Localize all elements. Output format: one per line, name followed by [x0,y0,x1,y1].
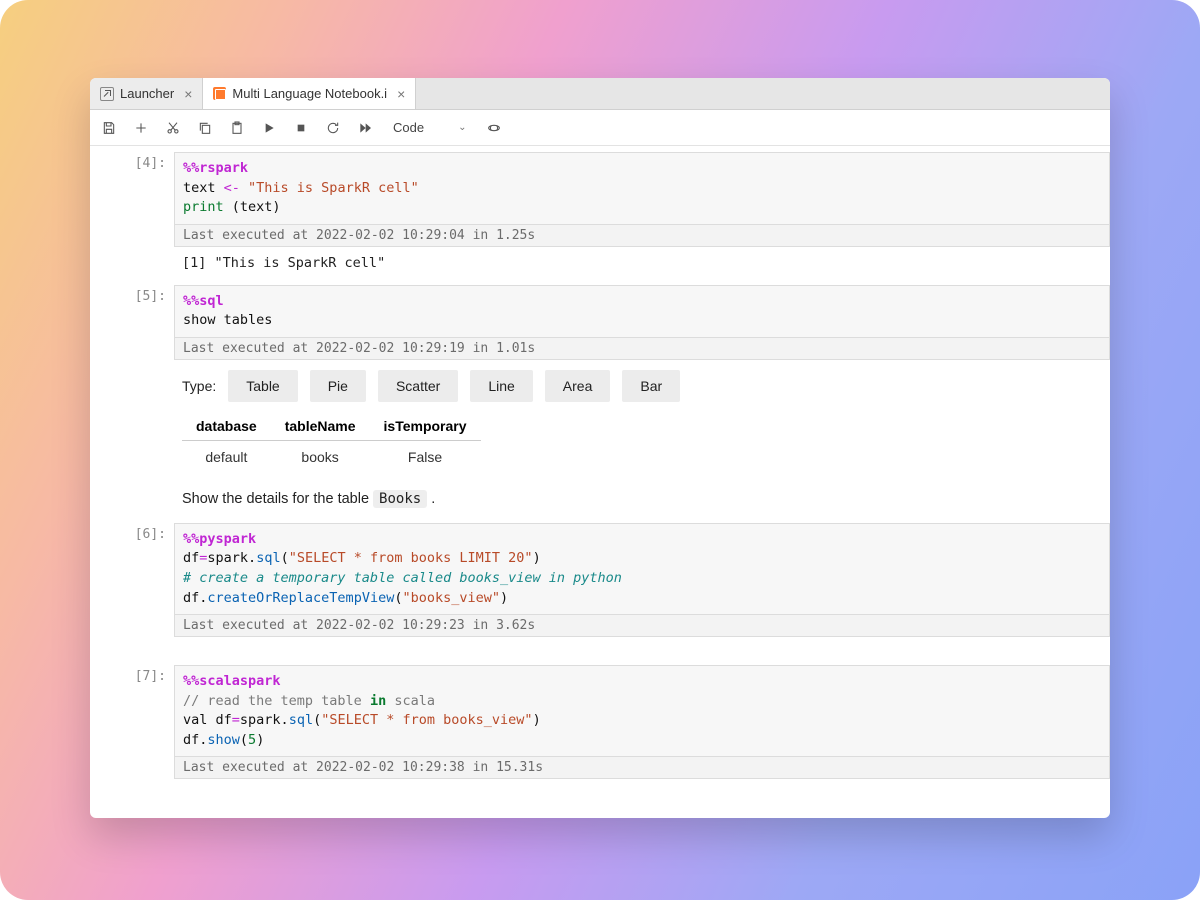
save-button[interactable] [100,119,118,137]
exec-status: Last executed at 2022-02-02 10:29:04 in … [174,225,1110,247]
tab-bar: Launcher × Multi Language Notebook.i × [90,78,1110,110]
viz-type-row: Type: Table Pie Scatter Line Area Bar [174,360,1110,412]
code-cell[interactable]: [5]: %%sql show tables Last executed at … [90,285,1110,521]
paste-button[interactable] [228,119,246,137]
viz-option-bar[interactable]: Bar [622,370,680,402]
table-header: isTemporary [370,412,481,441]
cell-prompt: [6]: [90,523,174,663]
notebook-body[interactable]: [4]: %%rspark text <- "This is SparkR ce… [90,146,1110,818]
viz-label: Type: [182,378,216,394]
output-table: database tableName isTemporary default b… [174,412,1110,483]
viz-option-area[interactable]: Area [545,370,611,402]
table-header: database [182,412,271,441]
cell-output: [1] "This is SparkR cell" [174,247,1110,283]
stop-button[interactable] [292,119,310,137]
cell-input[interactable]: %%pyspark df=spark.sql("SELECT * from bo… [174,523,1110,615]
render-button[interactable] [485,119,503,137]
run-button[interactable] [260,119,278,137]
cell-prompt: [5]: [90,285,174,521]
exec-status: Last executed at 2022-02-02 10:29:19 in … [174,338,1110,360]
notebook-icon [213,87,226,100]
chevron-down-icon: ⌄ [458,122,466,133]
viz-option-pie[interactable]: Pie [310,370,366,402]
launcher-icon [100,87,114,101]
markdown-output: Show the details for the table Books . [174,483,1110,521]
viz-option-table[interactable]: Table [228,370,297,402]
cell-input[interactable]: %%sql show tables [174,285,1110,338]
exec-status: Last executed at 2022-02-02 10:29:23 in … [174,615,1110,637]
viz-option-line[interactable]: Line [470,370,532,402]
cell-input[interactable]: %%rspark text <- "This is SparkR cell" p… [174,152,1110,225]
tab-label: Launcher [120,86,174,101]
tab-launcher[interactable]: Launcher × [90,78,203,109]
copy-button[interactable] [196,119,214,137]
code-cell[interactable]: [7]: %%scalaspark // read the temp table… [90,665,1110,779]
inline-code: Books [373,490,427,508]
code-cell[interactable]: [6]: %%pyspark df=spark.sql("SELECT * fr… [90,523,1110,663]
table-row: default books False [182,440,481,473]
cell-type-label: Code [393,120,424,135]
cell-prompt: [7]: [90,665,174,779]
cell-prompt: [4]: [90,152,174,283]
viz-option-scatter[interactable]: Scatter [378,370,458,402]
tab-notebook[interactable]: Multi Language Notebook.i × [203,78,416,109]
restart-button[interactable] [324,119,342,137]
table-header: tableName [271,412,370,441]
close-icon[interactable]: × [397,86,405,102]
cell-type-select[interactable]: Code ⌄ [388,117,471,138]
cut-button[interactable] [164,119,182,137]
cell-input[interactable]: %%scalaspark // read the temp table in s… [174,665,1110,757]
toolbar: Code ⌄ [90,110,1110,146]
add-cell-button[interactable] [132,119,150,137]
close-icon[interactable]: × [184,86,192,102]
code-cell[interactable]: [4]: %%rspark text <- "This is SparkR ce… [90,152,1110,283]
jupyter-window: Launcher × Multi Language Notebook.i × C… [90,78,1110,818]
exec-status: Last executed at 2022-02-02 10:29:38 in … [174,757,1110,779]
tab-label: Multi Language Notebook.i [232,86,387,101]
run-all-button[interactable] [356,119,374,137]
